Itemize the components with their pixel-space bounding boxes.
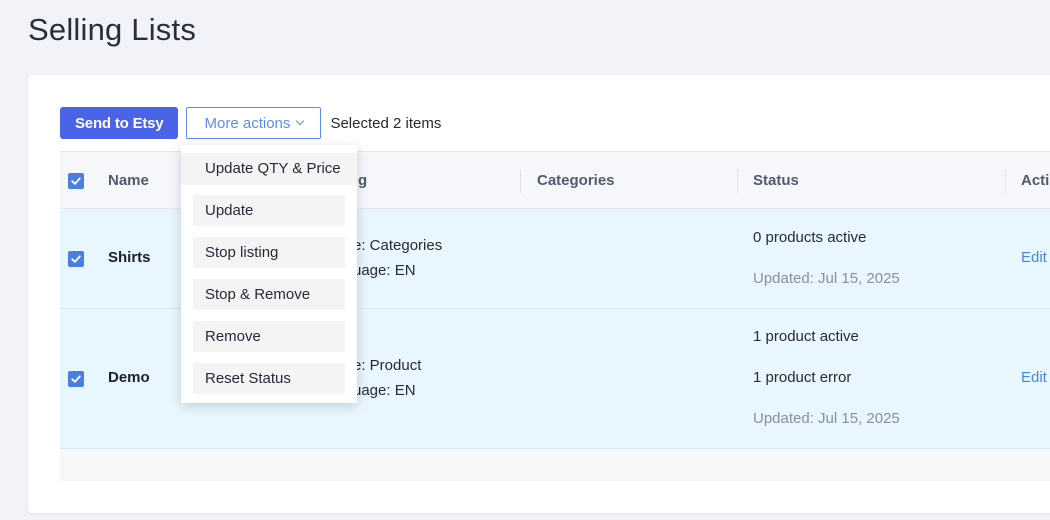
row-listing-type: e: Product	[353, 357, 422, 374]
row-listing-type: e: Categories	[353, 237, 443, 254]
row-name: Demo	[108, 369, 150, 386]
row-status-active: 1 product active	[753, 328, 859, 345]
checkmark-icon	[71, 375, 81, 383]
menu-item-update-qty-price[interactable]: Update QTY & Price	[181, 153, 357, 185]
menu-item-stop-listing[interactable]: Stop listing	[193, 237, 345, 268]
row-name: Shirts	[108, 249, 151, 266]
row-updated: Updated: Jul 15, 2025	[753, 410, 900, 427]
row-listing-language: uage: EN	[353, 382, 416, 399]
more-actions-menu: Update QTY & Price Update Stop listing S…	[181, 145, 357, 403]
row-status-error: 1 product error	[753, 369, 852, 386]
checkmark-icon	[71, 255, 81, 263]
menu-item-reset-status[interactable]: Reset Status	[193, 363, 345, 394]
row-checkbox[interactable]	[68, 371, 84, 387]
edit-link[interactable]: Edit	[1021, 249, 1047, 266]
table-footer-row	[60, 449, 1050, 481]
row-updated: Updated: Jul 15, 2025	[753, 270, 900, 287]
row-listing-language: uage: EN	[353, 262, 416, 279]
menu-item-update[interactable]: Update	[193, 195, 345, 226]
page-title: Selling Lists	[28, 12, 197, 47]
row-status-active: 0 products active	[753, 229, 867, 246]
row-checkbox[interactable]	[68, 251, 84, 267]
menu-item-stop-remove[interactable]: Stop & Remove	[193, 279, 345, 310]
edit-link[interactable]: Edit	[1021, 369, 1047, 386]
menu-item-remove[interactable]: Remove	[193, 321, 345, 352]
